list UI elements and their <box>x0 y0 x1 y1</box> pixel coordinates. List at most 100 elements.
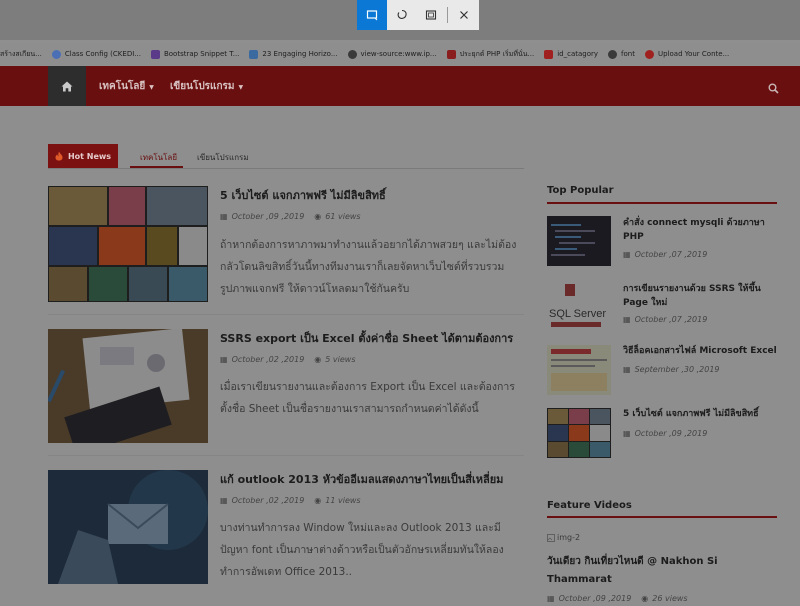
popular-title[interactable]: การเขียนรายงานด้วย SSRS ให้ขึ้น Page ใหม… <box>623 282 783 310</box>
post-title[interactable]: SSRS export เป็น Excel ตั้งค่าชื่อ Sheet… <box>220 329 520 347</box>
post-date: October ,02 ,2019 <box>231 496 305 505</box>
calendar-icon: ▦ <box>220 212 228 221</box>
calendar-icon: ▦ <box>623 250 631 259</box>
bookmark-label: 23 Engaging Horizo... <box>262 50 338 58</box>
calendar-icon: ▦ <box>547 594 555 603</box>
bookmark-item[interactable]: ประยุกต์ PHP เริ่มที่นั่น... <box>446 49 535 60</box>
calendar-icon: ▦ <box>623 315 631 324</box>
close-snip-button[interactable] <box>449 0 479 30</box>
bookmark-item[interactable]: Bootstrap Snippet T... <box>150 49 240 59</box>
post-thumbnail[interactable] <box>48 186 208 302</box>
bookmark-item[interactable]: สร้างสเกียน... <box>0 49 42 60</box>
nav-item-programming[interactable]: เขียนโปรแกรม ▼ <box>170 79 243 94</box>
bookmark-label: id_catagory <box>557 50 599 58</box>
bookmark-label: view-source:www.ip... <box>360 50 437 58</box>
post-thumbnail[interactable] <box>48 329 208 443</box>
calendar-icon: ▦ <box>220 355 228 364</box>
post-date: October ,02 ,2019 <box>231 355 305 364</box>
post-title[interactable]: แก้ outlook 2013 หัวข้ออีเมลแสดงภาษาไทยเ… <box>220 470 520 488</box>
bookmark-item[interactable]: Upload Your Conte... <box>644 49 730 59</box>
feature-videos-underline <box>547 516 777 518</box>
bookmark-label: สร้างสเกียน... <box>0 49 42 58</box>
post-views: 61 views <box>325 212 361 221</box>
post-divider <box>48 455 524 456</box>
calendar-icon: ▦ <box>220 496 228 505</box>
popular-thumbnail[interactable] <box>547 408 611 458</box>
rectangle-snip-icon <box>366 10 378 21</box>
window-snip-button[interactable] <box>417 0 447 30</box>
eye-icon: ◉ <box>314 212 322 221</box>
nav-item-label: เทคโนโลยี <box>99 81 146 92</box>
bookmark-item[interactable]: 23 Engaging Horizo... <box>249 49 338 59</box>
rectangular-snip-button[interactable] <box>357 0 387 30</box>
post-views: 11 views <box>325 496 361 505</box>
bookmark-favicon-icon <box>544 49 554 59</box>
post-meta: ▦ October ,02 ,2019 ◉ 11 views <box>220 496 361 505</box>
popular-thumbnail[interactable] <box>547 345 611 395</box>
popular-title[interactable]: 5 เว็บไซต์ แจกภาพฟรี ไม่มีลิขสิทธิ์ <box>623 407 783 421</box>
video-title[interactable]: วันเดียว กินเที่ยวไหนดี @ Nakhon Si Tham… <box>547 553 777 589</box>
post-title[interactable]: 5 เว็บไซต์ แจกภาพฟรี ไม่มีลิขสิทธิ์ <box>220 186 520 204</box>
bookmark-item[interactable]: id_catagory <box>544 49 599 59</box>
bookmark-favicon-icon <box>644 49 654 59</box>
bookmark-label: Upload Your Conte... <box>657 50 730 58</box>
search-icon <box>768 83 779 94</box>
post-meta: ▦ October ,02 ,2019 ◉ 5 views <box>220 355 356 364</box>
tab-technology[interactable]: เทคโนโลยี <box>140 151 177 164</box>
post-meta: ▦ October ,09 ,2019 ◉ 61 views <box>220 212 361 221</box>
post-thumbnail[interactable] <box>48 470 208 584</box>
popular-thumbnail[interactable] <box>547 216 611 266</box>
bookmark-item[interactable]: view-source:www.ip... <box>347 49 437 59</box>
bookmark-favicon-icon <box>51 49 61 59</box>
tab-programming[interactable]: เขียนโปรแกรม <box>197 151 249 164</box>
close-icon <box>460 11 469 19</box>
sql-server-logo-text: SQL Server <box>549 308 606 320</box>
popular-date: September ,30 ,2019 <box>634 365 720 374</box>
popular-date: October ,09 ,2019 <box>634 429 708 438</box>
nav-search-button[interactable] <box>768 79 779 98</box>
video-thumbnail[interactable]: img-2 <box>547 533 580 542</box>
main-navbar: เทคโนโลยี ▼ เขียนโปรแกรม ▼ <box>0 66 800 106</box>
code-screen-image <box>547 216 611 266</box>
photo-collage-image <box>48 186 208 302</box>
bookmark-item[interactable]: font <box>608 49 635 59</box>
post-divider <box>48 314 524 315</box>
popular-thumbnail[interactable]: SQL Server <box>547 282 611 332</box>
nav-item-label: เขียนโปรแกรม <box>170 81 235 92</box>
freeform-snip-button[interactable] <box>387 0 417 30</box>
excel-screen-image <box>547 345 611 395</box>
window-snip-icon <box>426 10 437 20</box>
hot-news-label: Hot News <box>67 151 112 161</box>
eye-icon: ◉ <box>641 594 649 603</box>
post-excerpt: เมื่อเราเขียนรายงานและต้องการ Export เป็… <box>220 381 515 415</box>
video-date: October ,09 ,2019 <box>558 594 632 603</box>
bookmark-item[interactable]: Class Config (CKEDI... <box>51 49 141 59</box>
bookmark-favicon-icon <box>150 49 160 59</box>
home-icon <box>61 81 73 91</box>
bookmark-label: ประยุกต์ PHP เริ่มที่นั่น... <box>459 49 535 58</box>
video-image-alt-text: img-2 <box>557 533 581 542</box>
home-button[interactable] <box>48 66 86 106</box>
eye-icon: ◉ <box>314 355 322 364</box>
popular-title[interactable]: วิธีล็อคเอกสารไฟล์ Microsoft Excel <box>623 344 783 358</box>
post-excerpt: บางท่านทำการลง Window ใหม่และลง Outlook … <box>220 522 504 578</box>
snip-toolbar <box>357 0 479 30</box>
top-popular-underline <box>547 202 777 204</box>
nav-item-technology[interactable]: เทคโนโลยี ▼ <box>99 79 154 94</box>
popular-date: October ,07 ,2019 <box>634 315 708 324</box>
tabs-divider <box>48 168 524 169</box>
bookmark-label: Bootstrap Snippet T... <box>163 50 240 58</box>
popular-meta: ▦ October ,09 ,2019 <box>623 429 707 438</box>
globe-icon <box>608 49 618 59</box>
popular-title[interactable]: คำสั่ง connect mysqli ด้วยภาษา PHP <box>623 216 783 244</box>
chevron-down-icon: ▼ <box>149 84 154 91</box>
chevron-down-icon: ▼ <box>238 84 244 91</box>
post-date: October ,09 ,2019 <box>231 212 305 221</box>
bookmark-label: font <box>621 50 635 58</box>
bookmarks-bar: สร้างสเกียน... Class Config (CKEDI... Bo… <box>0 43 800 65</box>
video-views: 26 views <box>652 594 688 603</box>
eye-icon: ◉ <box>314 496 322 505</box>
bookmark-favicon-icon <box>249 49 259 59</box>
sql-server-logo-image: SQL Server <box>547 282 611 332</box>
photo-collage-image <box>547 408 611 458</box>
